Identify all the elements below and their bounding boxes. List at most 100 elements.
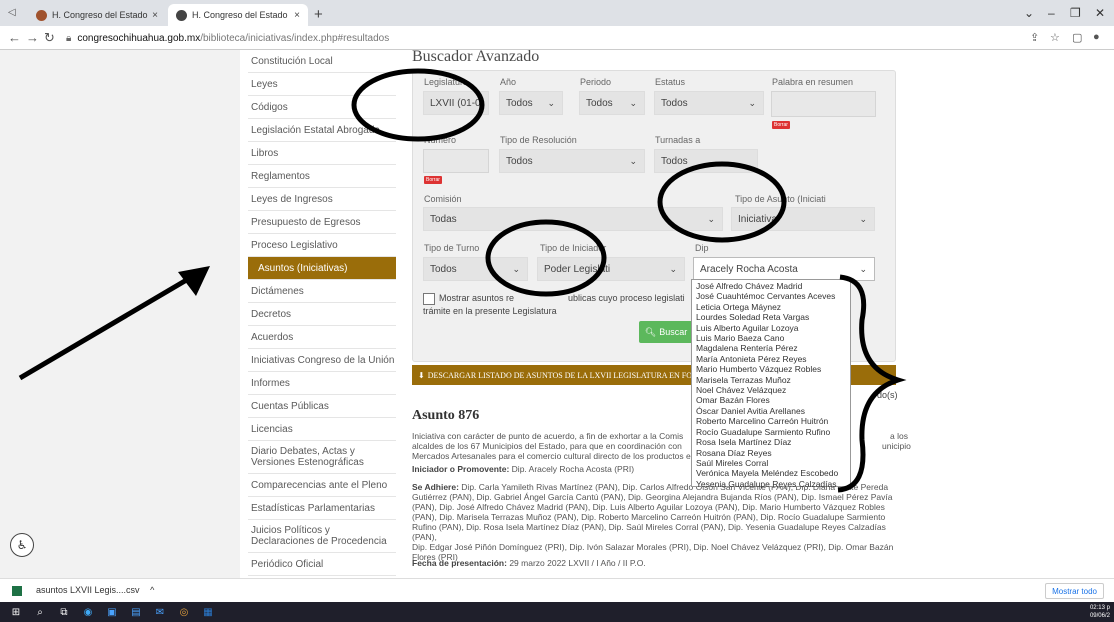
forward-icon[interactable]: →	[26, 30, 39, 45]
sidebar-item[interactable]: Presupuesto de Egresos	[248, 211, 396, 234]
dropdown-option[interactable]: Óscar Daniel Avitia Arellanes	[696, 406, 846, 416]
sidebar-item[interactable]: Decretos	[248, 303, 396, 326]
new-tab-button[interactable]: +	[314, 6, 323, 23]
maximize-icon[interactable]: ❐	[1070, 6, 1081, 20]
sidebar-item[interactable]: Iniciativas Congreso de la Unión	[248, 349, 396, 372]
dropdown-option[interactable]: José Alfredo Chávez Madrid	[696, 281, 846, 291]
dropdown-option[interactable]: Rosa Isela Martínez Díaz	[696, 437, 846, 447]
sidebar-item[interactable]: Leyes de Ingresos	[248, 188, 396, 211]
periodo-label: Periodo	[580, 77, 612, 87]
dropdown-option[interactable]: Rosana Díaz Reyes	[696, 448, 846, 458]
sidebar-item[interactable]: Comparecencias ante el Pleno	[248, 474, 396, 497]
browser-tab-2[interactable]: H. Congreso del Estado de Chihu ×	[168, 4, 308, 26]
chevron-up-icon[interactable]: ^	[150, 585, 154, 595]
close-tab-icon[interactable]: ×	[152, 10, 158, 21]
chrome-icon[interactable]: ◎	[178, 606, 190, 618]
show-all-button[interactable]: Mostrar todo	[1045, 583, 1104, 599]
sidebar-item[interactable]: Libros	[248, 142, 396, 165]
buscar-button[interactable]: 🔍︎ Buscar	[639, 321, 693, 343]
resolucion-select[interactable]: Todos ⌄	[499, 149, 645, 173]
tab-title: H. Congreso del Estado de Chihu	[192, 10, 290, 20]
profile-icon[interactable]: ●	[1093, 31, 1100, 43]
dropdown-option[interactable]: Verónica Mayela Meléndez Escobedo	[696, 468, 846, 478]
sidebar-item[interactable]: Periódico Oficial	[248, 553, 396, 576]
anio-select[interactable]: Todos ⌄	[499, 91, 563, 115]
estatus-select[interactable]: Todos ⌄	[654, 91, 764, 115]
system-clock[interactable]: 02:13 p 09/06/2	[1090, 604, 1110, 620]
dropdown-option[interactable]: Luis Alberto Aguilar Lozoya	[696, 323, 846, 333]
dropdown-option[interactable]: Mario Humberto Vázquez Robles	[696, 364, 846, 374]
search-icon[interactable]: ⌕	[34, 606, 46, 618]
back-icon[interactable]: ←	[8, 30, 21, 45]
browser-tab-1[interactable]: H. Congreso del Estado de Chihu ×	[28, 4, 166, 26]
adhiere-line: Rufino (PAN), Dip. Rosa Isela Martínez D…	[412, 522, 886, 542]
dropdown-option[interactable]: Saúl Mireles Corral	[696, 458, 846, 468]
sidebar-item[interactable]: Constitución Local	[248, 50, 396, 73]
adhiere-line: (PAN), Dip. Marisela Terrazas Muñoz (PAN…	[412, 512, 886, 522]
sidebar-item[interactable]: Proceso Legislativo	[248, 234, 396, 257]
download-item[interactable]: asuntos LXVII Legis....csv ^	[36, 585, 154, 595]
tab-search-icon[interactable]: ⌄	[1024, 6, 1034, 20]
sidebar-item[interactable]: Diario Debates, Actas y Versiones Esteno…	[248, 441, 396, 474]
sidebar-item[interactable]: Acuerdos	[248, 326, 396, 349]
periodo-select[interactable]: Todos ⌄	[579, 91, 645, 115]
dropdown-option[interactable]: Roberto Marcelino Carreón Huitrón	[696, 416, 846, 426]
dropdown-option[interactable]: Yesenia Guadalupe Reyes Calzadías	[696, 479, 846, 489]
tab-scroll-icon[interactable]: ◁	[8, 7, 16, 18]
dropdown-option[interactable]: Luis Mario Baeza Cano	[696, 333, 846, 343]
mostrar-asuntos-checkbox[interactable]	[423, 293, 435, 305]
share-icon[interactable]: ⇪	[1030, 31, 1039, 44]
sidebar-item[interactable]: Juicios Políticos y Declaraciones de Pro…	[248, 520, 396, 553]
word-icon[interactable]: ▦	[202, 606, 214, 618]
bookmark-icon[interactable]: ☆	[1050, 31, 1060, 44]
dropdown-option[interactable]: Leticia Ortega Máynez	[696, 302, 846, 312]
tipo-asunto-select[interactable]: Iniciativa ⌄	[731, 207, 875, 231]
borrar-numero-button[interactable]: Borrar	[424, 176, 442, 184]
edge-icon[interactable]: ◉	[82, 606, 94, 618]
dropdown-option[interactable]: Marisela Terrazas Muñoz	[696, 375, 846, 385]
browser-tab-bar: ◁ H. Congreso del Estado de Chihu × H. C…	[0, 0, 1114, 26]
sidebar-item[interactable]: Leyes	[248, 73, 396, 96]
sidepanel-icon[interactable]: ▢	[1072, 31, 1082, 44]
sidebar-item[interactable]: Legislación Estatal Abrogada	[248, 119, 396, 142]
sidebar-item[interactable]: Dictámenes	[248, 280, 396, 303]
sidebar-item[interactable]: Licencias	[248, 418, 396, 441]
tipo-asunto-label: Tipo de Asunto (Iniciati	[735, 194, 826, 204]
sidebar-item[interactable]: Cuentas Públicas	[248, 395, 396, 418]
dropdown-option[interactable]: José Cuauhtémoc Cervantes Aceves	[696, 291, 846, 301]
url-field[interactable]: 🔒︎ congresochihuahua.gob.mx /biblioteca/…	[66, 29, 936, 47]
comision-select[interactable]: Todas ⌄	[423, 207, 723, 231]
tipo-turno-select[interactable]: Todos ⌄	[423, 257, 528, 281]
resolucion-label: Tipo de Resolución	[500, 135, 577, 145]
sidebar-item[interactable]: Estadísticas Parlamentarias	[248, 497, 396, 520]
dropdown-option[interactable]: Magdalena Rentería Pérez	[696, 343, 846, 353]
diputado-select[interactable]: Aracely Rocha Acosta ⌄	[693, 257, 875, 281]
dropdown-option[interactable]: Rocío Guadalupe Sarmiento Rufino	[696, 427, 846, 437]
sidebar-item[interactable]: Códigos	[248, 96, 396, 119]
sidebar-item[interactable]: Reglamentos	[248, 165, 396, 188]
files-icon[interactable]: ▤	[130, 606, 142, 618]
dropdown-option[interactable]: María Antonieta Pérez Reyes	[696, 354, 846, 364]
turnadas-select[interactable]: Todos	[654, 149, 758, 173]
reload-icon[interactable]: ↻	[44, 30, 55, 46]
accessibility-icon[interactable]: ♿︎	[10, 533, 34, 557]
mail-icon[interactable]: ✉︎	[154, 606, 166, 618]
url-host: congresochihuahua.gob.mx	[77, 32, 201, 44]
sidebar-item-active[interactable]: Asuntos (Iniciativas)	[248, 257, 396, 280]
tipo-iniciador-select[interactable]: Poder Legislati ⌄	[537, 257, 685, 281]
minimize-icon[interactable]: –	[1048, 6, 1055, 20]
dropdown-option[interactable]: Lourdes Soledad Reta Vargas	[696, 312, 846, 322]
store-icon[interactable]: ▣	[106, 606, 118, 618]
task-view-icon[interactable]: ⧉	[58, 606, 70, 618]
legislatura-select[interactable]: LXVII (01-0	[423, 91, 489, 115]
palabra-input[interactable]	[771, 91, 876, 117]
close-window-icon[interactable]: ✕	[1095, 6, 1105, 20]
close-tab-icon[interactable]: ×	[294, 10, 300, 21]
dropdown-option[interactable]: Omar Bazán Flores	[696, 395, 846, 405]
sidebar-item[interactable]: Informes	[248, 372, 396, 395]
numero-input[interactable]	[423, 149, 489, 173]
borrar-palabra-button[interactable]: Borrar	[772, 121, 790, 129]
dropdown-option[interactable]: Noel Chávez Velázquez	[696, 385, 846, 395]
favicon-icon	[176, 9, 187, 21]
windows-start-icon[interactable]: ⊞	[10, 606, 22, 618]
